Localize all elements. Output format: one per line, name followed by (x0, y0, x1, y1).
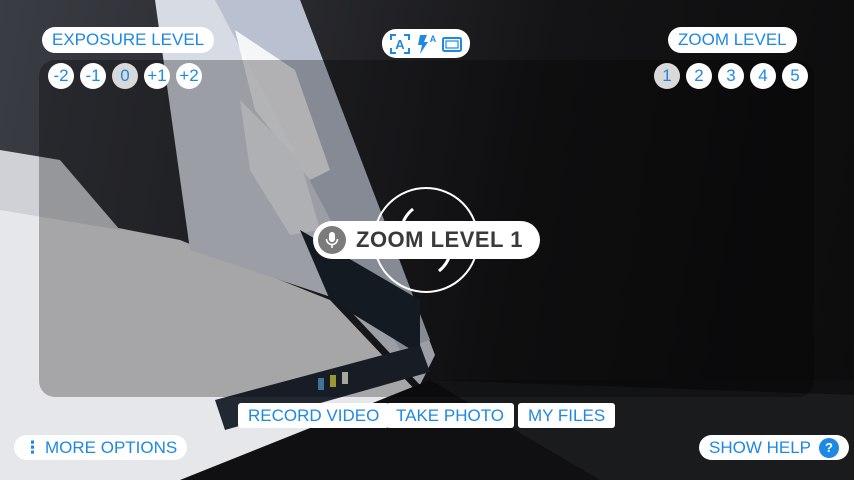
exposure-plus-1[interactable]: +1 (144, 63, 170, 89)
zoom-level-label: ZOOM LEVEL (668, 27, 797, 53)
show-help-label: SHOW HELP (709, 438, 812, 457)
help-question-icon: ? (819, 438, 840, 458)
exposure-0-selected[interactable]: 0 (112, 63, 138, 89)
zoom-2[interactable]: 2 (686, 63, 712, 89)
zoom-toast: ZOOM LEVEL 1 (313, 221, 540, 259)
my-files-button[interactable]: MY FILES (518, 403, 616, 428)
zoom-toast-text: ZOOM LEVEL 1 (356, 227, 523, 252)
zoom-5[interactable]: 5 (782, 63, 808, 89)
more-options-button[interactable]: ⋮ MORE OPTIONS (14, 435, 188, 460)
zoom-3[interactable]: 3 (718, 63, 744, 89)
zoom-1-selected[interactable]: 1 (654, 63, 680, 89)
exposure-level-label: EXPOSURE LEVEL (42, 27, 215, 53)
vertical-dots-icon: ⋮ (24, 438, 41, 457)
take-photo-button[interactable]: TAKE PHOTO (386, 403, 515, 428)
svg-text:A: A (395, 37, 405, 52)
exposure-minus-2[interactable]: -2 (48, 63, 74, 89)
svg-text:A: A (430, 34, 437, 44)
flash-auto-icon[interactable]: A (415, 33, 437, 55)
microphone-icon (318, 226, 346, 254)
camera-mode-toolbar: A A (382, 29, 470, 58)
exposure-plus-2[interactable]: +2 (176, 63, 202, 89)
exposure-minus-1[interactable]: -1 (80, 63, 106, 89)
more-options-label: MORE OPTIONS (45, 438, 178, 457)
auto-focus-icon[interactable]: A (389, 33, 411, 55)
zoom-4[interactable]: 4 (750, 63, 776, 89)
aspect-ratio-icon[interactable] (441, 33, 463, 55)
record-video-button[interactable]: RECORD VIDEO (238, 403, 390, 428)
show-help-button[interactable]: SHOW HELP? (699, 435, 850, 460)
